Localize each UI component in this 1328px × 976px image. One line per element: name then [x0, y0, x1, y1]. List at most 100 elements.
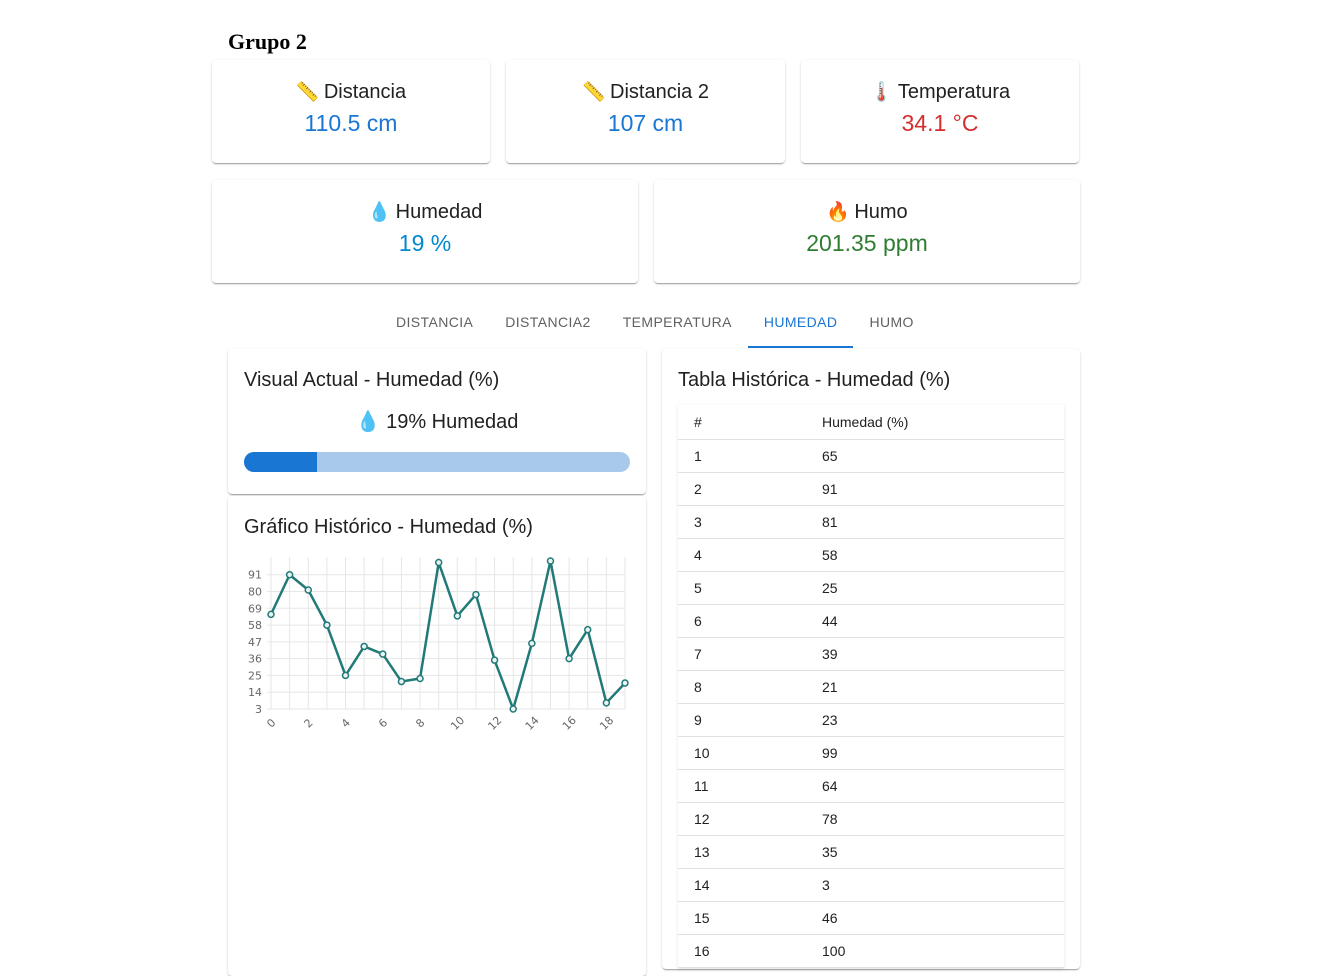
sensor-label: Distancia	[323, 80, 407, 103]
x-tick-label: 8	[413, 716, 427, 730]
table-row: 14 3	[678, 868, 1064, 902]
data-point	[490, 656, 499, 664]
sensor-label: Humedad	[395, 200, 483, 223]
tab-humo[interactable]: HUMO	[853, 298, 929, 346]
droplet-icon: 💧	[355, 411, 381, 433]
sensor-card-temperatura: 🌡️ Temperatura 34.1 °C	[801, 60, 1079, 163]
y-tick-label: 14	[248, 686, 262, 699]
row-value-cell: 99	[806, 736, 1064, 770]
row-value-cell: 44	[806, 604, 1064, 638]
droplet-icon: 💧	[367, 201, 392, 223]
table-header-row: # Humedad (%)	[678, 405, 1064, 440]
data-point	[341, 671, 350, 680]
row-index-cell: 2	[678, 472, 806, 506]
row-value-cell: 3	[806, 868, 1064, 902]
table-row: 13 35	[678, 835, 1064, 869]
row-value-cell: 78	[806, 802, 1064, 836]
history-table: # Humedad (%) 1 65 2 91 3 81 4 58 5 25 6 44 7 39 8 21 9 2…	[678, 405, 1064, 968]
data-point	[546, 557, 555, 565]
data-point	[472, 590, 480, 599]
table-row: 10 99	[678, 736, 1064, 770]
x-tick-label: 16	[560, 714, 579, 733]
row-index-cell: 12	[678, 802, 806, 836]
sensor-label: Temperatura	[897, 80, 1011, 103]
row-value-cell: 39	[806, 637, 1064, 671]
row-index-cell: 11	[678, 769, 806, 803]
row-value-cell: 35	[806, 835, 1064, 869]
page-title: Grupo 2	[228, 29, 307, 54]
x-tick-label: 6	[376, 716, 390, 730]
table-row: 9 23	[678, 703, 1064, 737]
data-point	[360, 642, 368, 651]
sensor-tabs: DISTANCIA DISTANCIA2 TEMPERATURA HUMEDAD…	[380, 298, 930, 348]
tab-distancia2[interactable]: DISTANCIA2	[489, 298, 606, 346]
row-index-cell: 8	[678, 670, 806, 704]
visual-actual-card: Visual Actual - Humedad (%) 💧 19% Humeda…	[228, 349, 646, 494]
x-tick-label: 2	[302, 716, 316, 730]
y-tick-label: 58	[248, 619, 262, 632]
data-point	[434, 558, 443, 567]
data-point	[453, 612, 462, 620]
table-row: 4 58	[678, 538, 1064, 572]
y-tick-label: 47	[248, 636, 262, 649]
y-tick-label: 25	[248, 669, 262, 682]
row-index-cell: 6	[678, 604, 806, 638]
y-tick-label: 91	[248, 569, 262, 582]
table-row: 1 65	[678, 439, 1064, 473]
row-index-cell: 10	[678, 736, 806, 770]
history-chart-card: Gráfico Histórico - Humedad (%) 3 14 25 36 4…	[228, 496, 646, 976]
sensor-card-distancia-2: 📏 Distancia 2 107 cm	[506, 60, 785, 163]
row-value-cell: 65	[806, 439, 1064, 473]
sensor-card-humedad: 💧 Humedad 19 %	[212, 180, 638, 283]
row-index-cell: 3	[678, 505, 806, 539]
data-point	[416, 674, 424, 683]
y-tick-label: 69	[248, 602, 262, 615]
row-index-cell: 13	[678, 835, 806, 869]
table-row: 8 21	[678, 670, 1064, 704]
data-point	[621, 679, 629, 687]
sensor-label: Humo	[854, 200, 908, 223]
sensor-value: 110.5 cm	[304, 110, 398, 136]
data-point	[285, 570, 294, 579]
row-index-cell: 1	[678, 439, 806, 473]
row-index-cell: 15	[678, 901, 806, 935]
sensor-value: 107 cm	[607, 110, 684, 136]
tab-temperatura[interactable]: TEMPERATURA	[607, 298, 748, 346]
sensor-card-distancia: 📏 Distancia 110.5 cm	[212, 60, 490, 163]
data-point	[304, 586, 313, 594]
x-tick-label: 18	[597, 714, 616, 733]
history-chart-title: Gráfico Histórico - Humedad (%)	[244, 516, 533, 538]
sensor-label: Distancia 2	[610, 80, 709, 103]
y-tick-label: 36	[248, 653, 262, 666]
series-line	[269, 559, 626, 711]
table-row: 3 81	[678, 505, 1064, 539]
table-row: 2 91	[678, 472, 1064, 506]
ruler-icon: 📏	[295, 81, 320, 103]
thermometer-icon: 🌡️	[869, 81, 894, 103]
table-row: 6 44	[678, 604, 1064, 638]
row-value-cell: 81	[806, 505, 1064, 539]
data-point	[379, 650, 387, 658]
data-point	[583, 625, 592, 634]
humidity-progress-fill	[244, 452, 318, 472]
table-row: 15 46	[678, 901, 1064, 935]
data-point	[397, 677, 406, 686]
tab-distancia[interactable]: DISTANCIA	[380, 298, 489, 346]
tab-humedad[interactable]: HUMEDAD	[747, 298, 854, 348]
humidity-line-chart: 3 14 25 36 47 58 69 80 91 0 2 4 6 8 10 12 14 16 18	[248, 557, 629, 733]
row-value-cell: 46	[806, 901, 1064, 935]
row-value-cell: 91	[806, 472, 1064, 506]
data-point	[565, 654, 573, 663]
column-header-index: #	[678, 405, 806, 440]
data-point	[509, 705, 517, 713]
y-tick-label: 80	[248, 586, 262, 599]
y-tick-label: 3	[255, 703, 262, 716]
ruler-icon: 📏	[582, 81, 606, 103]
x-tick-label: 10	[448, 714, 467, 733]
x-tick-label: 4	[339, 716, 353, 730]
data-point	[528, 639, 536, 648]
x-tick-label: 12	[485, 714, 504, 733]
sensor-card-humo: 🔥 Humo 201.35 ppm	[654, 180, 1080, 283]
table-row: 5 25	[678, 571, 1064, 605]
x-tick-label: 0	[264, 716, 278, 730]
